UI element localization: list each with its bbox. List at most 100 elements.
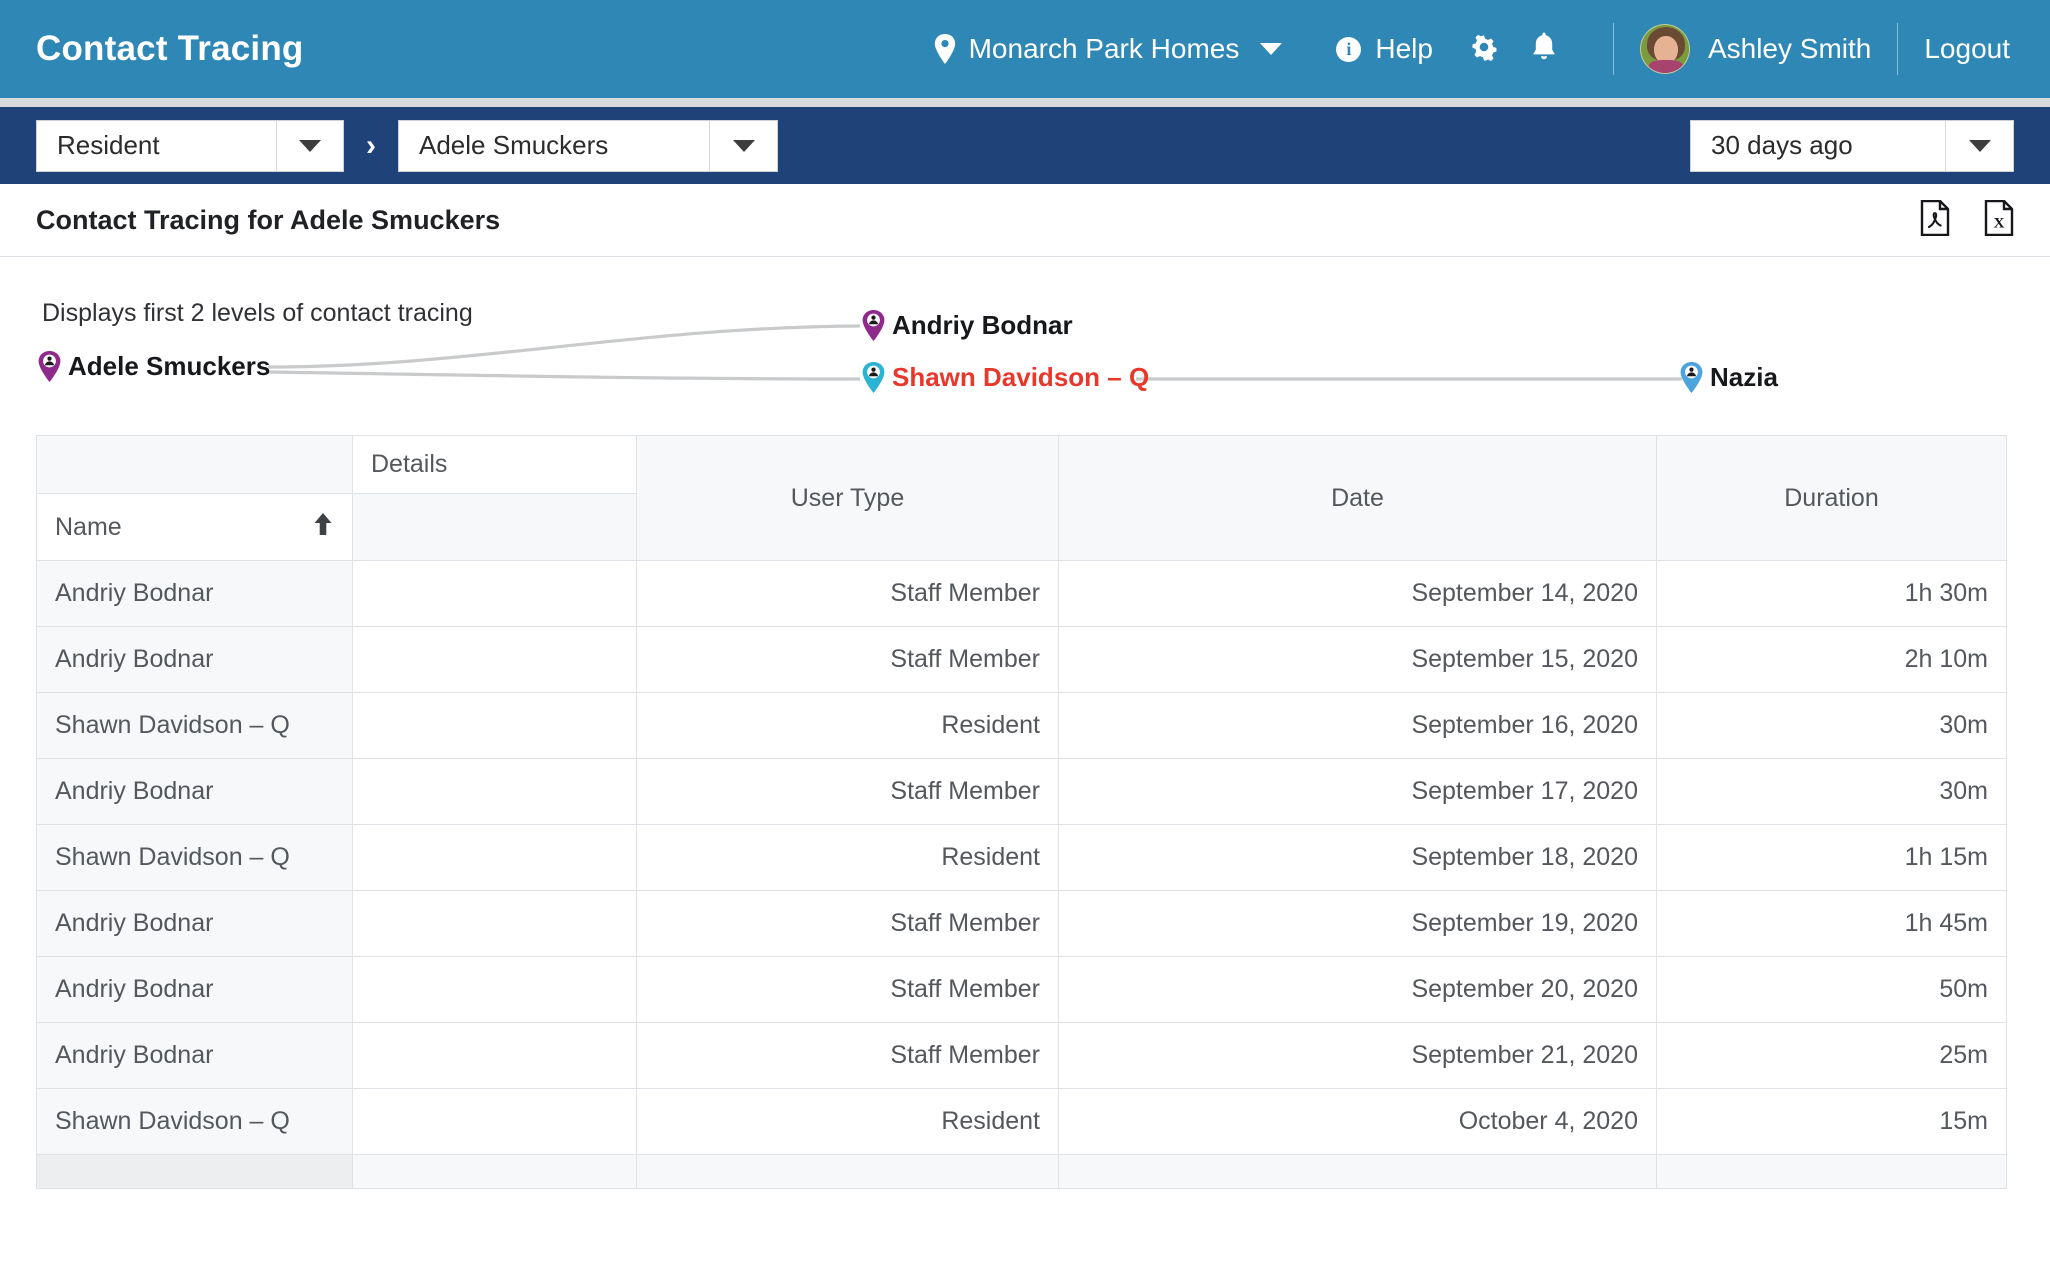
diagram-node-nazia[interactable]: Nazia: [1680, 362, 1778, 393]
cell-name: Andriy Bodnar: [36, 758, 353, 825]
cell-duration: 2h 10m: [1656, 626, 2007, 693]
diagram-node-label: Andriy Bodnar: [892, 310, 1073, 340]
cell-date: September 16, 2020: [1058, 692, 1657, 759]
pdf-export-icon[interactable]: [1920, 199, 1950, 241]
cell-user-type: Staff Member: [636, 956, 1059, 1023]
table-row[interactable]: Andriy Bodnar Staff Member September 20,…: [36, 956, 2007, 1023]
header-divider: [1612, 23, 1614, 75]
property-name: Monarch Park Homes: [968, 33, 1240, 64]
cell-duration: 25m: [1656, 1022, 2007, 1089]
cell-duration: 50m: [1656, 956, 2007, 1023]
contact-table-container: Details User Type Date Duration Name And…: [0, 435, 2050, 1189]
cell-duration: 30m: [1656, 758, 2007, 825]
location-pin-icon: [38, 351, 61, 382]
cell-details[interactable]: [352, 560, 637, 627]
diagram-node-andriy-bodnar[interactable]: Andriy Bodnar: [862, 310, 1073, 341]
cell-user-type: Staff Member: [636, 1022, 1059, 1089]
header-details-label: Details: [352, 435, 637, 494]
diagram-node-shawn-davidson[interactable]: Shawn Davidson – Q: [862, 362, 1149, 393]
cell-user-type: Resident: [636, 1088, 1059, 1155]
cell-date: September 15, 2020: [1058, 626, 1657, 693]
gear-icon[interactable]: [1469, 32, 1531, 67]
diagram-node-label: Nazia: [1710, 362, 1778, 392]
header-divider-2: [1897, 23, 1899, 75]
cell-details[interactable]: [352, 956, 637, 1023]
table-row[interactable]: Shawn Davidson – Q Resident September 18…: [36, 824, 2007, 891]
header-name[interactable]: Name: [36, 493, 353, 561]
chevron-down-icon: [298, 139, 321, 152]
date-range-caret[interactable]: [1945, 120, 2013, 171]
cell-name: Andriy Bodnar: [36, 956, 353, 1023]
table-row[interactable]: Andriy Bodnar Staff Member September 17,…: [36, 758, 2007, 825]
user-type-select[interactable]: Resident: [36, 119, 344, 172]
user-name: Ashley Smith: [1707, 33, 1872, 64]
table-row-partial[interactable]: [36, 1154, 2007, 1189]
cell-duration: 1h 15m: [1656, 824, 2007, 891]
person-select[interactable]: Adele Smuckers: [398, 119, 778, 172]
diagram-node-label: Shawn Davidson – Q: [892, 362, 1150, 392]
cell-user-type: Staff Member: [636, 890, 1059, 957]
breadcrumb-chevron: ›: [366, 128, 376, 162]
location-pin-icon: [862, 362, 885, 393]
cell-details[interactable]: [352, 1088, 637, 1155]
cell-user-type: Staff Member: [636, 758, 1059, 825]
cell-name: Shawn Davidson – Q: [36, 824, 353, 891]
cell-name: Andriy Bodnar: [36, 560, 353, 627]
table-row[interactable]: Andriy Bodnar Staff Member September 14,…: [36, 560, 2007, 627]
person-caret[interactable]: [709, 120, 777, 171]
date-range-value: 30 days ago: [1711, 130, 1853, 160]
property-selector[interactable]: Monarch Park Homes: [934, 33, 1283, 65]
diagram-edges: [267, 324, 1682, 381]
header-details-blank: [352, 493, 637, 561]
export-actions: X: [1920, 199, 2014, 241]
header-user-type[interactable]: User Type: [636, 435, 1059, 561]
cell-user-type: Staff Member: [636, 626, 1059, 693]
table-row[interactable]: Andriy Bodnar Staff Member September 15,…: [36, 626, 2007, 693]
cell-name: [36, 1154, 353, 1189]
cell-details[interactable]: [352, 758, 637, 825]
chevron-down-icon: [1260, 43, 1283, 55]
cell-user-type: Resident: [636, 692, 1059, 759]
svg-text:X: X: [1994, 215, 2005, 231]
header-blank-cell: [36, 435, 353, 494]
cell-details[interactable]: [352, 626, 637, 693]
table-row[interactable]: Shawn Davidson – Q Resident September 16…: [36, 692, 2007, 759]
table-header-row-1: Details User Type Date Duration: [36, 435, 2007, 561]
cell-name: Andriy Bodnar: [36, 890, 353, 957]
header-date[interactable]: Date: [1058, 435, 1657, 561]
cell-user-type: [636, 1154, 1059, 1189]
table-row[interactable]: Andriy Bodnar Staff Member September 19,…: [36, 890, 2007, 957]
diagram-node-adele-smuckers[interactable]: Adele Smuckers: [38, 351, 270, 382]
cell-details[interactable]: [352, 1022, 637, 1089]
location-pin-icon: [862, 310, 885, 341]
table-row[interactable]: Shawn Davidson – Q Resident October 4, 2…: [36, 1088, 2007, 1155]
cell-name: Andriy Bodnar: [36, 1022, 353, 1089]
cell-duration: [1656, 1154, 2007, 1189]
user-type-value: Resident: [57, 130, 160, 160]
table-body: Andriy Bodnar Staff Member September 14,…: [36, 560, 2007, 1189]
excel-export-icon[interactable]: X: [1984, 199, 2014, 241]
user-menu[interactable]: Ashley Smith: [1639, 24, 1872, 74]
cell-details[interactable]: [352, 1154, 637, 1189]
avatar: [1639, 24, 1690, 74]
cell-date: September 19, 2020: [1058, 890, 1657, 957]
cell-details[interactable]: [352, 890, 637, 957]
cell-details[interactable]: [352, 824, 637, 891]
page-title-row: Contact Tracing for Adele Smuckers X: [0, 184, 2050, 257]
cell-date: September 21, 2020: [1058, 1022, 1657, 1089]
user-type-caret[interactable]: [275, 120, 344, 171]
header-right-group: Monarch Park Homes i Help Ashley Smith L…: [934, 0, 2050, 98]
cell-user-type: Resident: [636, 824, 1059, 891]
header-duration[interactable]: Duration: [1656, 435, 2007, 561]
date-range-select[interactable]: 30 days ago: [1690, 119, 2014, 172]
header-name-label: Name: [55, 512, 122, 541]
table-row[interactable]: Andriy Bodnar Staff Member September 21,…: [36, 1022, 2007, 1089]
page-title: Contact Tracing for Adele Smuckers: [36, 204, 501, 235]
logout-button[interactable]: Logout: [1924, 33, 2010, 65]
cell-duration: 15m: [1656, 1088, 2007, 1155]
table-header: Details User Type Date Duration Name: [36, 435, 2007, 561]
help-button[interactable]: i Help: [1336, 33, 1433, 65]
cell-name: Shawn Davidson – Q: [36, 692, 353, 759]
cell-details[interactable]: [352, 692, 637, 759]
bell-icon[interactable]: [1531, 31, 1587, 68]
